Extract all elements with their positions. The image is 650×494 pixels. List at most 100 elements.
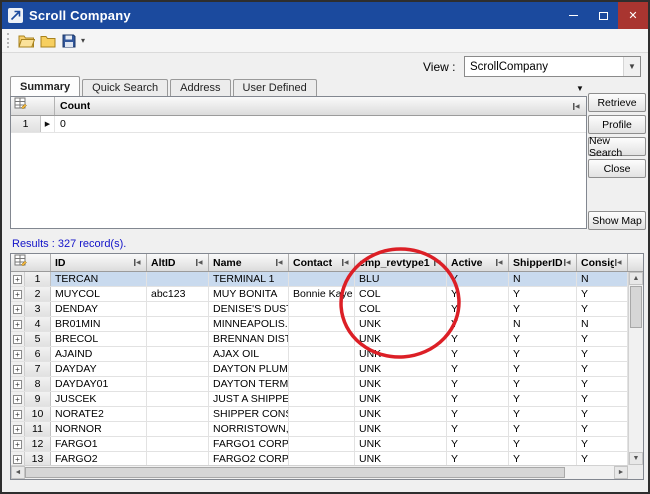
row-expand-cell[interactable]: + — [11, 362, 25, 376]
cell[interactable]: N — [577, 317, 628, 331]
row-number[interactable]: 9 — [25, 392, 51, 406]
cell[interactable]: Y — [447, 392, 509, 406]
cell[interactable]: Y — [509, 407, 577, 421]
cell[interactable]: UNK — [355, 347, 447, 361]
table-row[interactable]: +1TERCANTERMINAL 1BLUYNN — [11, 272, 628, 287]
cell[interactable]: AJAX OIL — [209, 347, 289, 361]
cell[interactable] — [289, 422, 355, 436]
row-expand-cell[interactable]: + — [11, 407, 25, 421]
table-row[interactable]: +5BRECOLBRENNAN DIST...UNKYYY — [11, 332, 628, 347]
cell[interactable]: Y — [447, 332, 509, 346]
cell[interactable]: Y — [447, 452, 509, 465]
cell[interactable] — [289, 392, 355, 406]
column-pin-icon[interactable] — [614, 258, 623, 267]
row-expand-cell[interactable]: + — [11, 302, 25, 316]
cell[interactable] — [147, 407, 209, 421]
row-number[interactable]: 8 — [25, 377, 51, 391]
column-header-active[interactable]: Active — [447, 254, 509, 271]
toolbar-overflow-button[interactable]: ▾ — [81, 36, 85, 45]
scroll-left-button[interactable]: ◄ — [11, 466, 25, 479]
expand-plus-icon[interactable]: + — [13, 380, 22, 389]
cell[interactable]: Y — [509, 302, 577, 316]
grid-corner-cell[interactable] — [11, 97, 55, 115]
table-row[interactable]: +10NORATE2SHIPPER CONSI...UNKYYY — [11, 407, 628, 422]
column-header-id[interactable]: ID — [51, 254, 147, 271]
column-pin-icon[interactable] — [433, 258, 442, 267]
cell[interactable]: FARGO1 — [51, 437, 147, 451]
close-button[interactable]: ✕ — [618, 2, 648, 29]
cell[interactable]: MUYCOL — [51, 287, 147, 301]
cell[interactable]: Y — [447, 272, 509, 286]
expand-plus-icon[interactable]: + — [13, 290, 22, 299]
cell[interactable]: Y — [509, 347, 577, 361]
cell[interactable] — [147, 392, 209, 406]
grid-corner-cell[interactable] — [11, 254, 51, 271]
row-number[interactable]: 3 — [25, 302, 51, 316]
row-number[interactable]: 13 — [25, 452, 51, 465]
cell[interactable]: DAYTON TERMI... — [209, 377, 289, 391]
cell[interactable]: NORATE2 — [51, 407, 147, 421]
cell[interactable]: N — [509, 317, 577, 331]
cell[interactable] — [289, 407, 355, 421]
cell[interactable] — [147, 452, 209, 465]
cell[interactable] — [147, 377, 209, 391]
cell[interactable]: BRECOL — [51, 332, 147, 346]
folder-icon[interactable] — [37, 31, 58, 51]
table-row[interactable]: +12FARGO1FARGO1 CORPUNKYYY — [11, 437, 628, 452]
cell[interactable]: COL — [355, 287, 447, 301]
column-pin-icon[interactable] — [341, 258, 350, 267]
scroll-track[interactable] — [565, 466, 614, 479]
cell[interactable]: Y — [577, 302, 628, 316]
profile-button[interactable]: Profile — [588, 115, 646, 134]
scroll-right-button[interactable]: ► — [614, 466, 628, 479]
cell[interactable]: UNK — [355, 317, 447, 331]
cell[interactable]: FARGO1 CORP — [209, 437, 289, 451]
row-expand-cell[interactable]: + — [11, 392, 25, 406]
cell[interactable]: UNK — [355, 422, 447, 436]
column-header-contact[interactable]: Contact — [289, 254, 355, 271]
cell[interactable]: TERMINAL 1 — [209, 272, 289, 286]
column-header-consign[interactable]: Consign — [577, 254, 628, 271]
cell[interactable]: DAYTON PLUM... — [209, 362, 289, 376]
table-row[interactable]: +13FARGO2FARGO2 CORPUNKYYY — [11, 452, 628, 465]
cell[interactable]: Y — [447, 347, 509, 361]
cell[interactable]: Y — [509, 422, 577, 436]
expand-plus-icon[interactable]: + — [13, 305, 22, 314]
cell[interactable]: MUY BONITA — [209, 287, 289, 301]
tab-quick-search[interactable]: Quick Search — [82, 79, 168, 96]
row-expand-cell[interactable]: + — [11, 437, 25, 451]
cell[interactable] — [147, 422, 209, 436]
column-pin-icon[interactable] — [563, 258, 572, 267]
cell[interactable]: UNK — [355, 362, 447, 376]
expand-plus-icon[interactable]: + — [13, 440, 22, 449]
expand-plus-icon[interactable]: + — [13, 335, 22, 344]
row-number[interactable]: 7 — [25, 362, 51, 376]
cell[interactable]: abc123 — [147, 287, 209, 301]
cell[interactable] — [289, 437, 355, 451]
row-number[interactable]: 6 — [25, 347, 51, 361]
cell[interactable]: BR01MIN — [51, 317, 147, 331]
row-number[interactable]: 11 — [25, 422, 51, 436]
cell[interactable]: Y — [577, 362, 628, 376]
cell[interactable] — [289, 317, 355, 331]
row-number[interactable]: 12 — [25, 437, 51, 451]
cell[interactable]: JUST A SHIPPER — [209, 392, 289, 406]
cell[interactable]: Y — [577, 452, 628, 465]
expand-plus-icon[interactable]: + — [13, 455, 22, 464]
cell[interactable]: Y — [509, 392, 577, 406]
column-pin-icon[interactable] — [133, 258, 142, 267]
cell[interactable] — [147, 347, 209, 361]
cell[interactable]: BLU — [355, 272, 447, 286]
cell[interactable]: AJAIND — [51, 347, 147, 361]
maximize-button[interactable] — [588, 2, 618, 29]
cell[interactable]: NORRISTOWN,... — [209, 422, 289, 436]
cell[interactable]: Y — [447, 422, 509, 436]
cell[interactable]: Y — [509, 362, 577, 376]
table-row[interactable]: +3DENDAYDENISE'S DUST...COLYYY — [11, 302, 628, 317]
row-number[interactable]: 2 — [25, 287, 51, 301]
cell[interactable] — [289, 452, 355, 465]
row-number[interactable]: 1 — [25, 272, 51, 286]
cell[interactable]: NORNOR — [51, 422, 147, 436]
column-pin-icon[interactable] — [275, 258, 284, 267]
column-pin-icon[interactable] — [572, 102, 581, 111]
